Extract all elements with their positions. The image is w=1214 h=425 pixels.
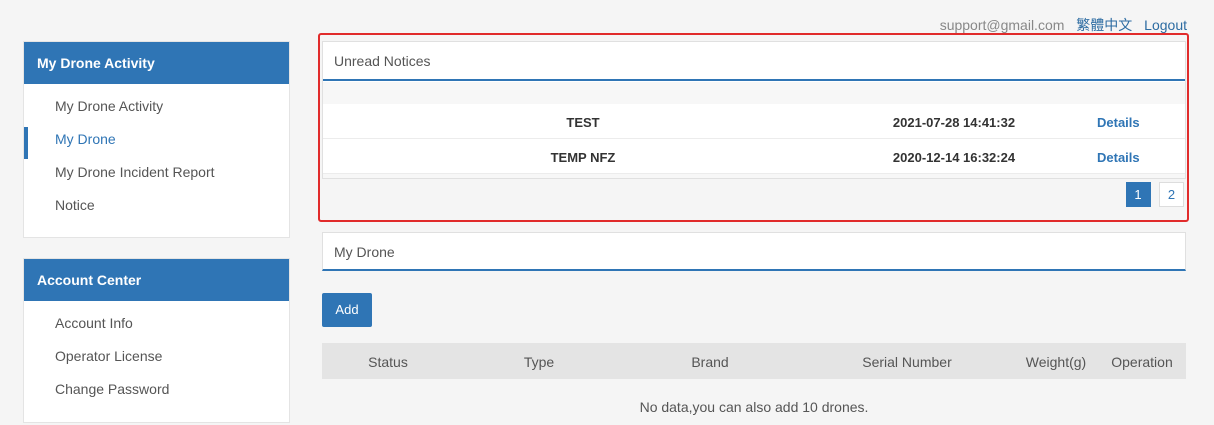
- page-button-1[interactable]: 1: [1125, 182, 1151, 207]
- notice-row: TEMP NFZ 2020-12-14 16:32:24 Details: [323, 139, 1185, 174]
- sidebar-account-list: Account Info Operator License Change Pas…: [24, 301, 289, 409]
- column-header-serial-number: Serial Number: [862, 354, 952, 370]
- language-link[interactable]: 繁體中文: [1076, 17, 1132, 33]
- sidebar-item-account-info[interactable]: Account Info: [24, 310, 289, 343]
- top-links: support@gmail.com 繁體中文 Logout: [932, 15, 1187, 35]
- sidebar-item-operator-license[interactable]: Operator License: [24, 343, 289, 376]
- column-header-brand: Brand: [691, 354, 729, 370]
- sidebar-item-notice[interactable]: Notice: [24, 192, 289, 225]
- notice-title: TEST: [566, 115, 600, 130]
- column-header-type: Type: [523, 354, 555, 370]
- sidebar-activity-panel: My Drone Activity My Drone Activity My D…: [23, 41, 290, 238]
- sidebar-activity-list: My Drone Activity My Drone My Drone Inci…: [24, 84, 289, 225]
- sidebar-item-my-drone-activity[interactable]: My Drone Activity: [24, 93, 289, 126]
- notice-title: TEMP NFZ: [550, 150, 616, 165]
- add-drone-button[interactable]: Add: [322, 293, 372, 327]
- unread-notices-title: Unread Notices: [323, 42, 1185, 81]
- my-drone-panel: My Drone Add Status Type Brand Serial Nu…: [322, 232, 1186, 425]
- sidebar-account-panel: Account Center Account Info Operator Lic…: [23, 258, 290, 423]
- empty-table-message: No data,you can also add 10 drones.: [639, 399, 869, 415]
- user-email: support@gmail.com: [939, 17, 1065, 33]
- notice-date: 2020-12-14 16:32:24: [892, 150, 1016, 165]
- sidebar-item-change-password[interactable]: Change Password: [24, 376, 289, 409]
- notice-details-link[interactable]: Details: [1097, 115, 1140, 130]
- notice-date: 2021-07-28 14:41:32: [892, 115, 1016, 130]
- logout-link[interactable]: Logout: [1144, 17, 1187, 33]
- column-header-status: Status: [368, 354, 408, 370]
- drone-table-header: Status Type Brand Serial Number Weight(g…: [322, 343, 1186, 379]
- notice-row: TEST 2021-07-28 14:41:32 Details: [323, 104, 1185, 139]
- notice-details-link[interactable]: Details: [1097, 150, 1140, 165]
- unread-notices-panel: Unread Notices TEST 2021-07-28 14:41:32 …: [322, 41, 1186, 207]
- page-button-2[interactable]: 2: [1159, 182, 1184, 207]
- sidebar-account-heading: Account Center: [24, 259, 289, 301]
- my-drone-title: My Drone: [322, 232, 1186, 271]
- page: support@gmail.com 繁體中文 Logout My Drone A…: [0, 0, 1214, 425]
- sidebar-activity-heading: My Drone Activity: [24, 42, 289, 84]
- column-header-weight: Weight(g): [1025, 354, 1087, 370]
- notice-pagination: 1 2: [1122, 182, 1184, 207]
- column-header-operation: Operation: [1111, 354, 1173, 370]
- sidebar-item-my-drone[interactable]: My Drone: [24, 126, 289, 159]
- sidebar-item-incident-report[interactable]: My Drone Incident Report: [24, 159, 289, 192]
